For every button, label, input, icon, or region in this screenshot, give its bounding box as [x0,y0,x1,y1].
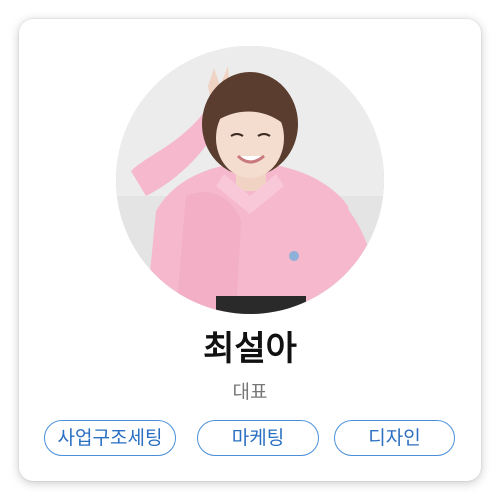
page: 최설아 대표 사업구조세팅 마케팅 디자인 [0,0,500,500]
tag-list: 사업구조세팅 마케팅 디자인 [0,420,500,458]
profile-photo [116,46,384,314]
tag-marketing[interactable]: 마케팅 [197,420,319,456]
profile-role: 대표 [232,381,268,403]
tag-design[interactable]: 디자인 [334,420,455,456]
tag-business-structure[interactable]: 사업구조세팅 [44,420,176,456]
profile-name: 최설아 [203,329,297,369]
portrait-illustration [116,46,384,314]
